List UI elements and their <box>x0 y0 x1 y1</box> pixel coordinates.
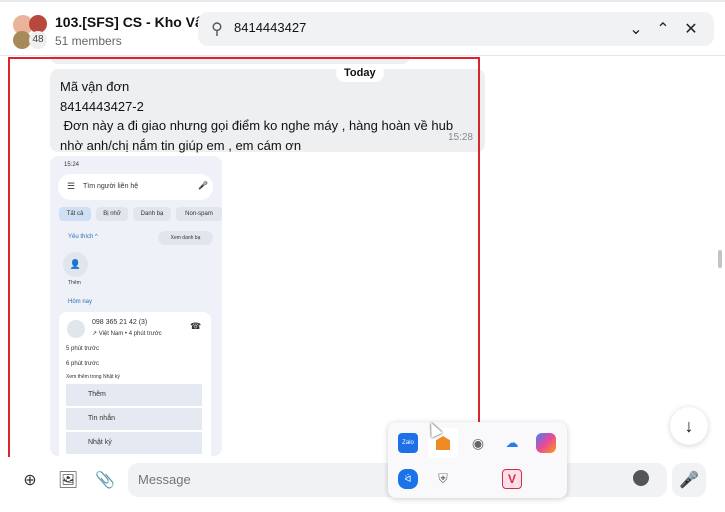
scroll-to-bottom-button[interactable]: ↓ <box>670 407 708 445</box>
system-tray-overflow: Zalo ◉ ☁ ᐛ ⛨ V <box>388 422 567 498</box>
vnc-icon[interactable]: V <box>502 469 522 489</box>
search-input[interactable] <box>234 20 594 35</box>
scrollbar[interactable] <box>716 56 725 456</box>
zalo-icon[interactable]: Zalo <box>398 433 418 453</box>
bluetooth-icon[interactable]: ᐛ <box>398 469 418 489</box>
search-icon: ⚲ <box>211 21 223 38</box>
microphone-icon: 🎤 <box>679 472 699 489</box>
security-icon[interactable]: ⛨ <box>433 469 453 489</box>
image-button[interactable]: 🖼 <box>53 465 83 495</box>
group-title[interactable]: 103.[SFS] CS - Kho Vận <box>55 14 211 30</box>
member-count[interactable]: 51 members <box>55 34 122 48</box>
cloud-icon[interactable]: ☁ <box>502 433 522 453</box>
emoji-icon[interactable] <box>633 470 649 486</box>
highlight-rectangle <box>8 57 480 475</box>
arrow-down-icon: ↓ <box>684 415 694 436</box>
attach-button[interactable]: 📎 <box>90 465 120 495</box>
message-search-bar: ⚲ ⌄ ⌃ ✕ <box>198 12 714 46</box>
plus-circle-icon: ⊕ <box>23 472 37 489</box>
chevron-down-icon[interactable]: ⌄ <box>626 19 646 39</box>
add-button[interactable]: ⊕ <box>15 465 45 495</box>
copilot-icon[interactable] <box>536 433 556 453</box>
voice-button[interactable]: 🎤 <box>672 463 706 497</box>
avatar-count: 48 <box>29 31 47 49</box>
image-icon: 🖼 <box>57 472 79 489</box>
vnc-label: V <box>507 472 516 486</box>
zalo-label: Zalo <box>402 440 414 446</box>
paperclip-icon: 📎 <box>95 472 115 489</box>
scrollbar-thumb[interactable] <box>718 250 722 268</box>
fingerprint-icon[interactable]: ◉ <box>468 433 488 453</box>
close-icon[interactable]: ✕ <box>681 19 701 39</box>
chevron-up-icon[interactable]: ⌃ <box>653 19 673 39</box>
